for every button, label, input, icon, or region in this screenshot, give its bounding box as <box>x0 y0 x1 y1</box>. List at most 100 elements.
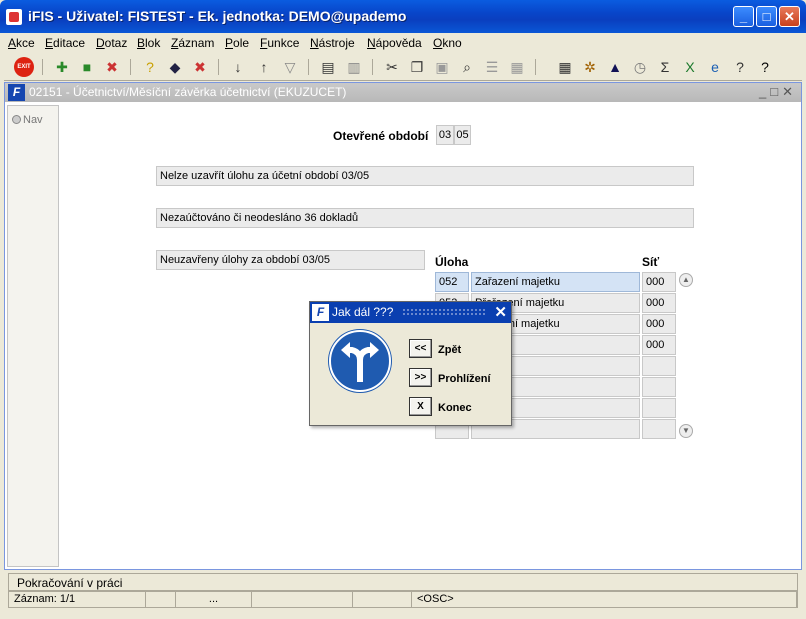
toolbar-separator <box>308 59 309 75</box>
toolbar-separator <box>130 59 131 75</box>
excel-icon[interactable]: X <box>680 57 700 77</box>
maximize-button[interactable]: □ <box>756 6 777 27</box>
end-button[interactable]: X <box>409 397 432 416</box>
copy-icon[interactable]: ❐ <box>407 57 427 77</box>
scroll-up-icon[interactable]: ▲ <box>679 273 693 287</box>
nav-radio-icon[interactable] <box>12 115 21 124</box>
form-title-bar: F 02151 - Účetnictví/Měsíční závěrka úče… <box>5 83 801 102</box>
unclosed-tasks-label-field[interactable]: Neuzavřeny úlohy za období 03/05 <box>156 250 425 270</box>
browse-button[interactable]: >> <box>409 368 432 387</box>
record-indicator: Záznam: 1/1 <box>9 592 146 607</box>
period-label: Otevřené období <box>333 129 429 143</box>
toolbar: EXIT ✚ ■ ✖ ? ◆ ✖ ↓ ↑ ▽ ▤ ▥ ✂ ❐ ▣ ⌕ ☰ ▦ ▦… <box>4 53 802 81</box>
period-year-field[interactable]: 05 <box>454 125 471 145</box>
wheel-icon[interactable]: ✲ <box>580 57 600 77</box>
status-cell <box>146 592 176 607</box>
menu-pole[interactable]: Pole <box>225 36 249 50</box>
task-net-cell[interactable]: 000 <box>642 314 676 334</box>
app-icon <box>6 9 22 25</box>
title-bar: iFIS - Uživatel: FISTEST - Ek. jednotka:… <box>0 0 806 33</box>
task-net-cell[interactable] <box>642 398 676 418</box>
scroll-down-icon[interactable]: ▼ <box>679 424 693 438</box>
status-cell <box>353 592 412 607</box>
help-topic-icon[interactable]: ? <box>730 57 750 77</box>
menu-okno[interactable]: Okno <box>433 36 462 50</box>
column-header-net: Síť <box>642 255 660 269</box>
menu-funkce[interactable]: Funkce <box>260 36 299 50</box>
minimize-button[interactable]: _ <box>733 6 754 27</box>
task-net-cell[interactable] <box>642 419 676 439</box>
menu-dotaz[interactable]: Dotaz <box>96 36 127 50</box>
menu-bar: Akce Editace Dotaz Blok Záznam Pole Funk… <box>4 33 802 53</box>
back-button[interactable]: << <box>409 339 432 358</box>
status-message: Pokračování v práci <box>17 576 123 590</box>
task-net-cell[interactable]: 000 <box>642 335 676 355</box>
paste-icon[interactable]: ▣ <box>432 57 452 77</box>
ifis-logo-icon: F <box>8 84 25 101</box>
dialog-title-bar: F Jak dál ??? ✕ <box>310 302 511 323</box>
menu-blok[interactable]: Blok <box>137 36 160 50</box>
cancel-query-icon[interactable]: ✖ <box>190 57 210 77</box>
column-header-task: Úloha <box>435 255 469 269</box>
dialog-close-icon[interactable]: ✕ <box>494 303 507 321</box>
next-step-dialog: F Jak dál ??? ✕ << Zpět >> Prohlížení X … <box>309 301 512 426</box>
period-month-field[interactable]: 03 <box>436 125 454 145</box>
form-title: 02151 - Účetnictví/Měsíční závěrka účetn… <box>29 85 347 99</box>
clock-icon[interactable]: ◷ <box>630 57 650 77</box>
end-label: Konec <box>438 402 472 414</box>
execute-query-icon[interactable]: ◆ <box>165 57 185 77</box>
sum-icon[interactable]: Σ <box>655 57 675 77</box>
toolbar-separator <box>218 59 219 75</box>
cut-icon[interactable]: ✂ <box>382 57 402 77</box>
query-icon[interactable]: ? <box>140 57 160 77</box>
task-net-cell[interactable] <box>642 356 676 376</box>
menu-napoveda[interactable]: Nápověda <box>367 36 422 50</box>
menu-nastroje[interactable]: Nástroje <box>310 36 355 50</box>
window-title: iFIS - Uživatel: FISTEST - Ek. jednotka:… <box>28 8 407 24</box>
toolbar-separator <box>42 59 43 75</box>
form-window-controls[interactable]: _□✕ <box>759 84 797 100</box>
calculator-icon[interactable]: ▦ <box>555 57 575 77</box>
menu-zaznam[interactable]: Záznam <box>171 36 214 50</box>
back-label: Zpět <box>438 344 462 356</box>
task-net-cell[interactable]: 000 <box>642 293 676 313</box>
close-button[interactable]: ✕ <box>779 6 800 27</box>
mountain-icon[interactable]: ▲ <box>605 57 625 77</box>
nav-label[interactable]: Nav <box>12 114 43 126</box>
exit-button[interactable]: EXIT <box>14 57 34 77</box>
status-message-bar: Pokračování v práci <box>8 573 798 591</box>
sort-descending-icon[interactable]: ↑ <box>254 57 274 77</box>
insert-record-icon[interactable]: ✚ <box>52 57 72 77</box>
task-name-cell[interactable]: Zařazení majetku <box>471 272 640 292</box>
status-bar: Záznam: 1/1 ... <OSC> <box>8 591 798 608</box>
task-code-cell[interactable]: 052 <box>435 272 469 292</box>
status-cell <box>252 592 353 607</box>
dialog-title-pattern <box>402 308 486 317</box>
toolbar-separator <box>372 59 373 75</box>
dialog-title: Jak dál ??? <box>332 305 394 319</box>
status-dots: ... <box>176 592 252 607</box>
osc-indicator: <OSC> <box>412 592 797 607</box>
search-icon[interactable]: ⌕ <box>457 57 477 77</box>
internet-icon[interactable]: e <box>705 57 725 77</box>
print-icon[interactable]: ▤ <box>318 57 338 77</box>
save-record-icon[interactable]: ■ <box>77 57 97 77</box>
task-net-cell[interactable] <box>642 377 676 397</box>
menu-editace[interactable]: Editace <box>45 36 85 50</box>
delete-record-icon[interactable]: ✖ <box>102 57 122 77</box>
toolbar-separator <box>535 59 536 75</box>
list-icon[interactable]: ☰ <box>482 57 502 77</box>
message-field-1[interactable]: Nelze uzavřít úlohu za účetní období 03/… <box>156 166 694 186</box>
tasks-scrollbar[interactable]: ▲ ▼ <box>678 273 694 439</box>
sort-ascending-icon[interactable]: ↓ <box>228 57 248 77</box>
nav-panel: Nav <box>7 105 59 567</box>
ifis-logo-icon: F <box>312 304 329 321</box>
message-field-2[interactable]: Nezaúčtováno či neodesláno 36 dokladů <box>156 208 694 228</box>
filter-icon[interactable]: ▽ <box>280 57 300 77</box>
help-icon[interactable]: ? <box>755 57 775 77</box>
task-net-cell[interactable]: 000 <box>642 272 676 292</box>
columns-icon[interactable]: ▦ <box>507 57 527 77</box>
print-preview-icon[interactable]: ▥ <box>344 57 364 77</box>
direction-sign-icon <box>329 330 391 392</box>
menu-akce[interactable]: Akce <box>8 36 35 50</box>
